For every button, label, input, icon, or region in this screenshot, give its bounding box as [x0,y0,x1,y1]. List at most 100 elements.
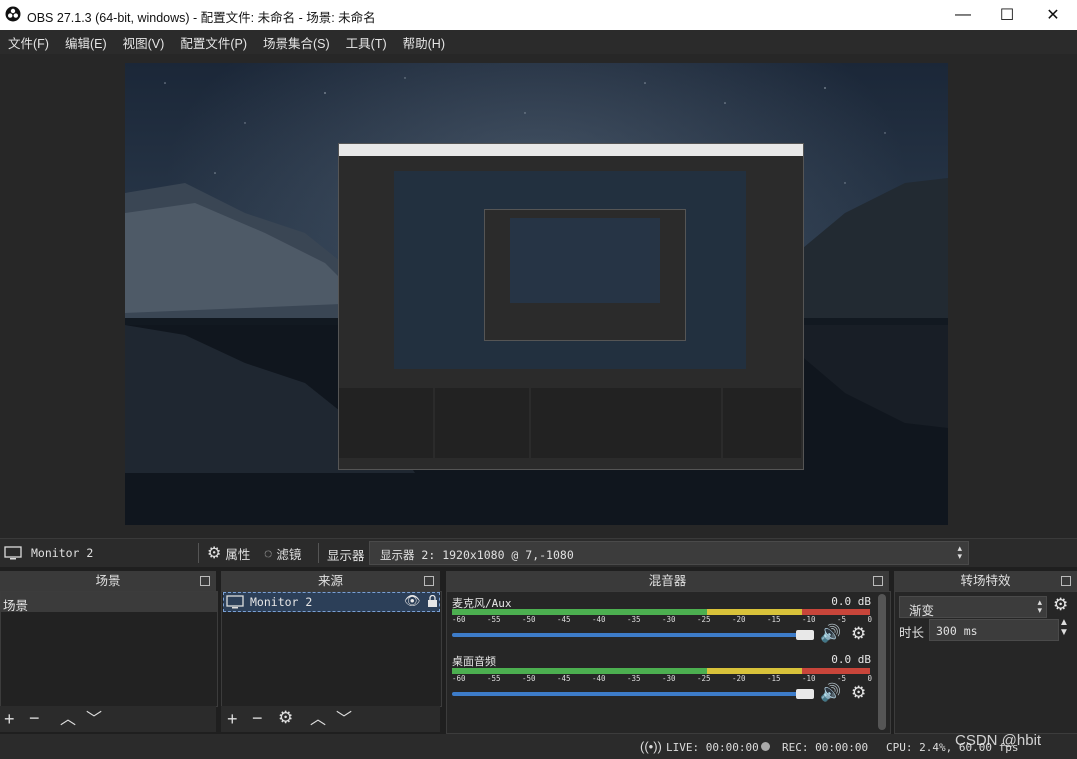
list-item[interactable]: 场景 [1,592,217,613]
lock-icon[interactable] [427,595,438,608]
transition-select-value: 渐变 [909,604,935,618]
live-status: LIVE: 00:00:00 [666,741,759,754]
nested-transitions-dock [723,388,801,458]
scale-label: -30 [662,615,676,624]
speaker-icon[interactable]: 🔊 [820,624,841,644]
scale-label: -10 [802,615,816,624]
move-up-icon[interactable]: ︿ [310,711,326,729]
nested-preview-inner [510,218,660,303]
scale-label: -5 [837,615,847,624]
nested-menu-bar [339,156,803,168]
float-icon[interactable] [200,576,210,586]
move-down-icon[interactable]: ﹀ [86,711,102,729]
sources-title: 来源 [317,574,343,588]
scale-label: -10 [802,674,816,683]
remove-icon[interactable]: − [252,709,263,727]
scale-label: -45 [557,674,571,683]
window-title: OBS 27.1.3 (64-bit, windows) - 配置文件: 未命名… [27,11,376,25]
obs-logo-icon [5,6,21,22]
eye-icon[interactable]: 👁 [404,593,421,609]
scale-label: -50 [522,615,536,624]
menu-profile[interactable]: 配置文件(P) [172,33,255,52]
menu-scene-collection[interactable]: 场景集合(S) [255,33,338,52]
preview-canvas[interactable] [125,63,948,525]
gear-icon[interactable]: ⚙ [851,624,866,644]
mixer-channel-level: 0.0 dB [831,595,871,608]
float-icon[interactable] [1061,576,1071,586]
sources-toolbar: + − ⚙ ︿ ﹀ [221,706,440,732]
scenes-list: 场景 [0,591,218,707]
float-icon[interactable] [873,576,883,586]
scale-label: -50 [522,674,536,683]
transitions-dock-title: 转场特效 [894,571,1077,591]
float-icon[interactable] [424,576,434,586]
meter-scale: -60 -55 -50 -45 -40 -35 -30 -25 -20 -15 -10 -5 0 [452,615,872,624]
display-select-value: 显示器 2: 1920x1080 @ 7,-1080 [380,548,574,562]
scale-label: -35 [627,674,641,683]
properties-button[interactable]: ⚙ 属性 [207,543,250,563]
close-button[interactable]: ✕ [1030,0,1076,30]
spin-arrows-icon[interactable]: ▲ ▼ [1059,618,1069,638]
remove-icon[interactable]: − [29,709,40,727]
mixer-dock-title: 混音器 [446,571,889,591]
volume-slider-handle[interactable] [796,630,814,640]
scale-label: -15 [767,674,781,683]
nested-preview [394,171,746,369]
mixer-title: 混音器 [648,574,687,588]
scale-label: -5 [837,674,847,683]
nested-scenes-dock [339,388,433,458]
mixer-scrollbar[interactable] [878,594,886,730]
scale-label: -20 [732,674,746,683]
scale-label: -60 [452,674,466,683]
menu-edit[interactable]: 编辑(E) [57,33,115,52]
display-select[interactable]: 显示器 2: 1920x1080 @ 7,-1080 ▴ ▾ [369,541,969,565]
rec-status: REC: 00:00:00 [782,741,869,754]
mixer-panel: 麦克风/Aux 0.0 dB -60 -55 -50 -45 -40 -35 -30 -25-… [446,591,891,734]
menu-help[interactable]: 帮助(H) [395,33,453,52]
source-toolbar: Monitor 2 ⚙ 属性 ◌ 滤镜 显示器 显示器 2: 1920x1080… [0,538,1077,567]
transition-select[interactable]: 渐变 ▴ ▾ [899,596,1047,618]
sources-dock-title: 来源 [221,571,440,591]
nested-mixer-dock [531,388,721,458]
gear-icon[interactable]: ⚙ [1053,595,1068,615]
volume-slider-track[interactable] [452,633,807,637]
volume-slider-handle[interactable] [796,689,814,699]
properties-label: 属性 [225,547,251,562]
title-bar: OBS 27.1.3 (64-bit, windows) - 配置文件: 未命名… [0,0,1077,30]
add-icon[interactable]: + [4,710,15,728]
scale-label: -55 [487,674,501,683]
transitions-title: 转场特效 [960,574,1011,588]
duration-input[interactable]: 300 ms [929,619,1059,641]
list-item[interactable]: Monitor 2 👁 [223,592,440,612]
menu-tools[interactable]: 工具(T) [338,33,395,52]
spin-arrows-icon: ▴ ▾ [1037,597,1042,615]
scale-label: -60 [452,615,466,624]
display-label: 显示器 [327,549,365,563]
toolbar-divider [318,543,319,563]
menu-view[interactable]: 视图(V) [115,33,173,52]
scale-label: -40 [592,674,606,683]
nested-source-bar [339,374,803,386]
nested-obs-window [338,143,804,470]
gear-icon[interactable]: ⚙ [278,709,293,727]
watermark: CSDN @hbit [955,732,1042,749]
filters-button[interactable]: ◌ 滤镜 [264,543,301,563]
volume-slider-track[interactable] [452,692,807,696]
scale-label: -30 [662,674,676,683]
minimize-button[interactable]: — [940,0,986,30]
scale-label: -35 [627,615,641,624]
nested-title-bar [339,144,803,156]
gear-icon[interactable]: ⚙ [851,683,866,703]
move-down-icon[interactable]: ﹀ [336,711,352,729]
move-up-icon[interactable]: ︿ [60,711,76,729]
spin-arrows-icon: ▴ ▾ [957,543,962,561]
menu-file[interactable]: 文件(F) [0,33,57,52]
maximize-button[interactable]: ☐ [984,0,1030,30]
scenes-dock-title: 场景 [0,571,216,591]
scale-label: -20 [732,615,746,624]
speaker-icon[interactable]: 🔊 [820,683,841,703]
scale-label: -45 [557,615,571,624]
add-icon[interactable]: + [227,710,238,728]
transitions-panel: 渐变 ▴ ▾ ⚙ 时长 300 ms ▲ ▼ [894,591,1077,734]
source-name: Monitor 2 [31,546,94,560]
